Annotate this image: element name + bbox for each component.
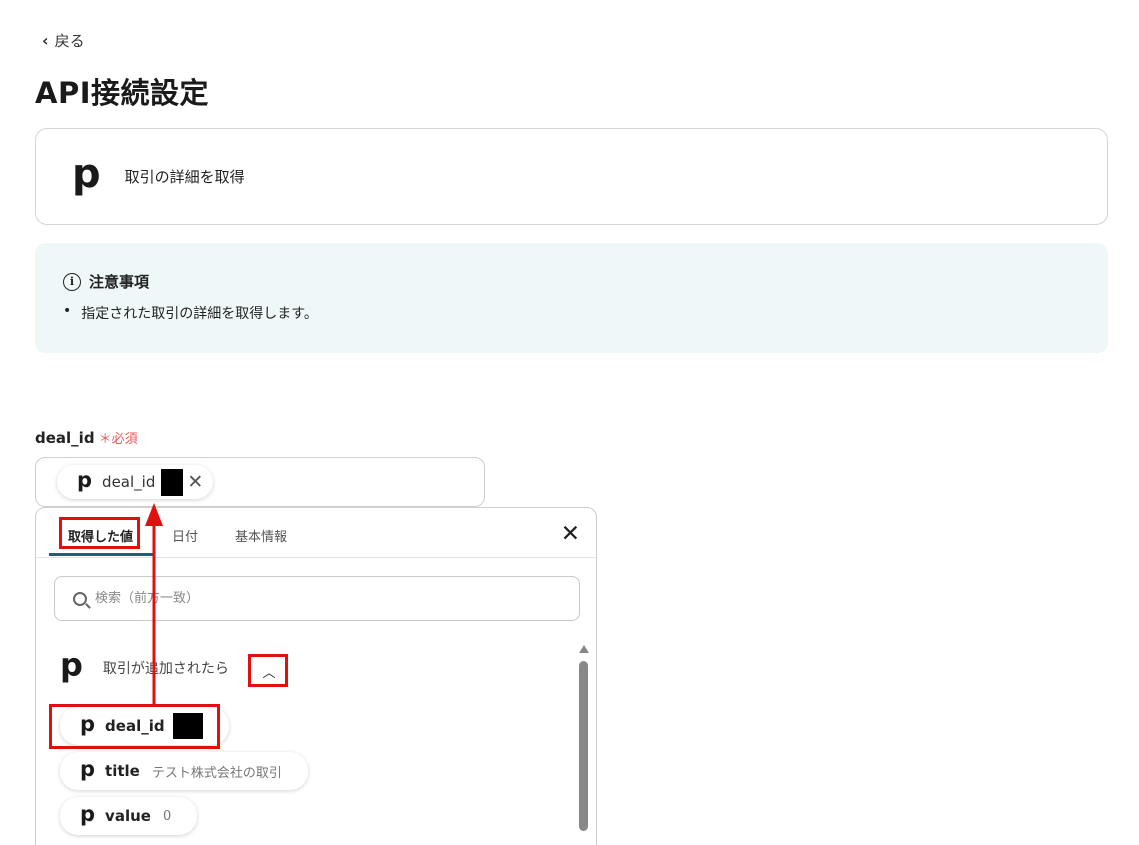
list-item[interactable]: p title テスト株式会社の取引 bbox=[60, 752, 308, 790]
page-title: API接続設定 bbox=[35, 76, 209, 110]
tab-date[interactable]: 日付 bbox=[172, 526, 198, 545]
action-label: 取引の詳細を取得 bbox=[124, 168, 245, 186]
group-name: 取引が追加されたら bbox=[102, 660, 229, 677]
deal-id-value-chip[interactable]: p deal_id ✕ bbox=[57, 465, 214, 499]
item-value: テスト株式会社の取引 bbox=[151, 765, 282, 781]
close-icon[interactable]: ✕ bbox=[187, 471, 203, 493]
pipedrive-logo-icon: p bbox=[60, 646, 83, 684]
info-circle-icon: i bbox=[63, 272, 81, 291]
redacted-value bbox=[161, 468, 184, 496]
pipedrive-logo-icon: p bbox=[72, 150, 101, 197]
picker-tabs: 取得した値 日付 基本情報 ✕ bbox=[36, 508, 596, 558]
tab-basic-info[interactable]: 基本情報 bbox=[235, 526, 287, 545]
scroll-up-arrow[interactable] bbox=[579, 645, 589, 653]
pipedrive-logo-icon: p bbox=[80, 802, 96, 826]
tab-retrieved-values[interactable]: 取得した値 bbox=[68, 526, 133, 545]
scrollbar-thumb[interactable] bbox=[579, 661, 588, 831]
close-icon[interactable]: ✕ bbox=[561, 521, 580, 547]
notice-item: • 指定された取引の詳細を取得します。 bbox=[63, 303, 318, 323]
deal-id-field-label: deal_id ＊必須 bbox=[35, 428, 138, 448]
pipedrive-logo-icon: p bbox=[77, 468, 93, 492]
bullet-icon: • bbox=[63, 303, 72, 319]
search-icon bbox=[73, 591, 87, 606]
required-badge: ＊必須 bbox=[98, 432, 138, 447]
back-link-label: 戻る bbox=[54, 32, 85, 50]
notice-box: i 注意事項 • 指定された取引の詳細を取得します。 bbox=[35, 243, 1108, 353]
chip-label: deal_id bbox=[102, 473, 156, 491]
value-picker-panel: 取得した値 日付 基本情報 ✕ p 取引が追加されたら ︿ bbox=[35, 507, 597, 845]
search-input[interactable] bbox=[95, 591, 535, 606]
notice-heading: i 注意事項 bbox=[63, 271, 149, 292]
item-value: 0 bbox=[162, 808, 172, 824]
app-action-card: p 取引の詳細を取得 bbox=[35, 128, 1108, 225]
item-key: title bbox=[105, 762, 140, 780]
chevron-up-icon[interactable]: ︿ bbox=[253, 656, 285, 686]
pipedrive-logo-icon: p bbox=[80, 712, 96, 736]
active-tab-indicator bbox=[49, 553, 153, 556]
field-label-text: deal_id bbox=[35, 428, 95, 447]
item-key: deal_id bbox=[105, 717, 165, 735]
pipedrive-logo-icon: p bbox=[80, 757, 96, 781]
chevron-left-icon: ‹ bbox=[42, 31, 49, 50]
list-item[interactable]: p value 0 bbox=[60, 797, 198, 835]
list-item[interactable]: p deal_id bbox=[60, 707, 229, 745]
item-key: value bbox=[105, 807, 151, 825]
back-link[interactable]: ‹ 戻る bbox=[42, 30, 85, 51]
trigger-group-header: p 取引が追加されたら bbox=[60, 649, 229, 681]
notice-item-text: 指定された取引の詳細を取得します。 bbox=[81, 306, 318, 322]
redacted-value bbox=[172, 713, 203, 739]
notice-heading-text: 注意事項 bbox=[89, 273, 150, 291]
search-field[interactable] bbox=[54, 576, 580, 621]
